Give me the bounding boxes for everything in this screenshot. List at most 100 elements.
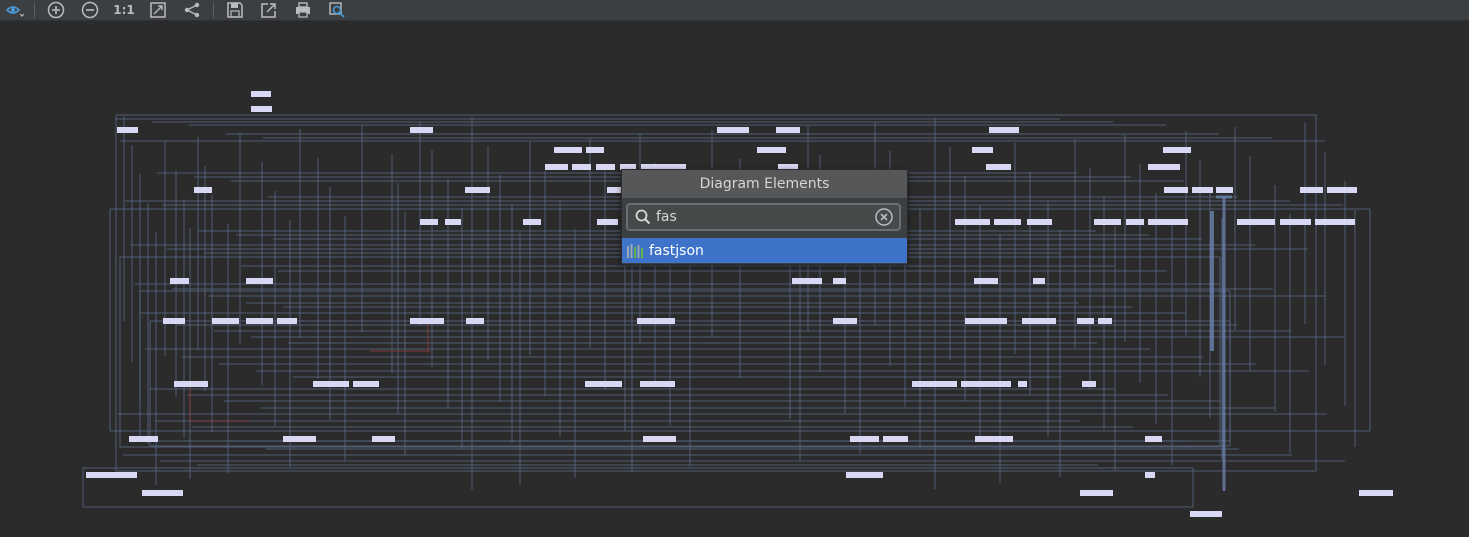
diagram-node[interactable] bbox=[994, 219, 1021, 225]
diagram-node[interactable] bbox=[283, 436, 316, 442]
result-item[interactable]: fastjson bbox=[622, 238, 907, 263]
diagram-node[interactable] bbox=[965, 318, 1007, 324]
diagram-node[interactable] bbox=[1280, 219, 1311, 225]
zoom-in-icon[interactable] bbox=[39, 0, 73, 20]
diagram-node[interactable] bbox=[1315, 219, 1355, 225]
diagram-node[interactable] bbox=[410, 318, 444, 324]
diagram-node[interactable] bbox=[1018, 381, 1027, 387]
library-icon bbox=[626, 243, 648, 259]
diagram-node[interactable] bbox=[1327, 187, 1357, 193]
toolbar-separator bbox=[213, 2, 214, 18]
clear-search-icon[interactable] bbox=[873, 208, 895, 226]
diagram-node[interactable] bbox=[372, 436, 395, 442]
diagram-node[interactable] bbox=[86, 472, 137, 478]
diagram-node[interactable] bbox=[1237, 219, 1275, 225]
diagram-node[interactable] bbox=[410, 127, 433, 133]
diagram-node[interactable] bbox=[596, 164, 615, 170]
actual-size-icon[interactable]: 1:1 bbox=[107, 0, 141, 20]
layout-icon[interactable] bbox=[175, 0, 209, 20]
export-icon[interactable] bbox=[252, 0, 286, 20]
diagram-node[interactable] bbox=[1148, 164, 1180, 170]
search-icon bbox=[632, 209, 654, 225]
diagram-node[interactable] bbox=[554, 147, 582, 153]
diagram-node[interactable] bbox=[1082, 381, 1096, 387]
diagram-node[interactable] bbox=[586, 147, 604, 153]
diagram-node[interactable] bbox=[174, 381, 208, 387]
diagram-node[interactable] bbox=[640, 381, 675, 387]
diagram-node[interactable] bbox=[986, 164, 1011, 170]
diagram-node[interactable] bbox=[989, 127, 1019, 133]
diagram-node[interactable] bbox=[277, 318, 297, 324]
diagram-node[interactable] bbox=[975, 436, 1013, 442]
diagram-node[interactable] bbox=[572, 164, 591, 170]
diagram-toolbar: 1:1 bbox=[0, 0, 1469, 21]
diagram-node[interactable] bbox=[637, 318, 675, 324]
diagram-node[interactable] bbox=[597, 219, 618, 225]
diagram-node[interactable] bbox=[163, 318, 185, 324]
diagram-node[interactable] bbox=[850, 436, 879, 442]
diagram-node[interactable] bbox=[757, 147, 786, 153]
diagram-node[interactable] bbox=[117, 127, 138, 133]
diagram-node[interactable] bbox=[1080, 490, 1113, 496]
diagram-node[interactable] bbox=[1145, 472, 1155, 478]
fit-content-icon[interactable] bbox=[141, 0, 175, 20]
diagram-node[interactable] bbox=[1098, 318, 1112, 324]
diagram-node[interactable] bbox=[717, 127, 749, 133]
diagram-node[interactable] bbox=[246, 318, 273, 324]
diagram-node[interactable] bbox=[445, 219, 461, 225]
zoom-out-icon[interactable] bbox=[73, 0, 107, 20]
diagram-node[interactable] bbox=[972, 147, 993, 153]
diagram-node[interactable] bbox=[585, 381, 622, 387]
diagram-node[interactable] bbox=[1027, 219, 1052, 225]
diagram-node[interactable] bbox=[1022, 318, 1056, 324]
diagram-node[interactable] bbox=[833, 278, 846, 284]
diagram-node[interactable] bbox=[353, 381, 379, 387]
diagram-node[interactable] bbox=[1300, 187, 1323, 193]
diagram-node[interactable] bbox=[1190, 511, 1222, 517]
diagram-node[interactable] bbox=[1145, 436, 1162, 442]
diagram-node[interactable] bbox=[523, 219, 541, 225]
search-input[interactable] bbox=[654, 209, 873, 225]
diagram-node[interactable] bbox=[1148, 219, 1188, 225]
diagram-node[interactable] bbox=[1163, 147, 1191, 153]
diagram-node[interactable] bbox=[251, 106, 272, 112]
print-icon[interactable] bbox=[286, 0, 320, 20]
find-icon[interactable] bbox=[320, 0, 354, 20]
diagram-node[interactable] bbox=[465, 187, 490, 193]
view-options-icon[interactable] bbox=[0, 0, 30, 20]
diagram-node[interactable] bbox=[142, 490, 183, 496]
diagram-node[interactable] bbox=[194, 187, 212, 193]
diagram-node[interactable] bbox=[420, 219, 438, 225]
diagram-node[interactable] bbox=[545, 164, 568, 170]
diagram-node[interactable] bbox=[1077, 318, 1094, 324]
diagram-node[interactable] bbox=[846, 472, 883, 478]
diagram-node[interactable] bbox=[1359, 490, 1393, 496]
diagram-node[interactable] bbox=[251, 91, 271, 97]
diagram-node[interactable] bbox=[643, 436, 676, 442]
diagram-node[interactable] bbox=[833, 318, 857, 324]
diagram-node[interactable] bbox=[974, 278, 998, 284]
diagram-node[interactable] bbox=[1216, 187, 1233, 193]
diagram-node[interactable] bbox=[776, 127, 800, 133]
diagram-node[interactable] bbox=[1192, 187, 1213, 193]
toolbar-separator bbox=[34, 2, 35, 18]
search-box[interactable] bbox=[626, 203, 901, 231]
diagram-node[interactable] bbox=[955, 219, 990, 225]
diagram-node[interactable] bbox=[607, 187, 621, 193]
diagram-canvas[interactable] bbox=[0, 21, 1469, 537]
save-icon[interactable] bbox=[218, 0, 252, 20]
diagram-node[interactable] bbox=[1033, 278, 1045, 284]
diagram-node[interactable] bbox=[313, 381, 349, 387]
diagram-node[interactable] bbox=[246, 278, 273, 284]
diagram-node[interactable] bbox=[170, 278, 189, 284]
diagram-node[interactable] bbox=[883, 436, 908, 442]
diagram-node[interactable] bbox=[1126, 219, 1144, 225]
diagram-node[interactable] bbox=[792, 278, 822, 284]
diagram-node[interactable] bbox=[961, 381, 1011, 387]
diagram-node[interactable] bbox=[1164, 187, 1188, 193]
diagram-node[interactable] bbox=[466, 318, 484, 324]
diagram-node[interactable] bbox=[212, 318, 239, 324]
diagram-node[interactable] bbox=[129, 436, 158, 442]
diagram-node[interactable] bbox=[912, 381, 957, 387]
diagram-node[interactable] bbox=[1094, 219, 1121, 225]
